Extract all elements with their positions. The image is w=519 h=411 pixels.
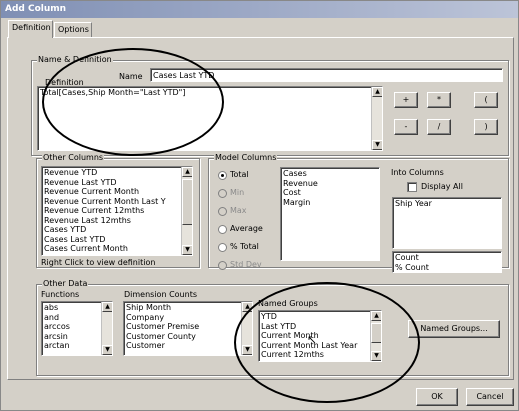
tab-options[interactable]: Options (54, 22, 92, 38)
radio-average[interactable] (218, 225, 227, 234)
scroll-down-icon[interactable]: ▼ (242, 345, 252, 355)
named-groups-scrollbar[interactable]: ▲ ▼ (370, 311, 381, 361)
radio-min[interactable] (218, 189, 227, 198)
scroll-up-icon[interactable]: ▲ (242, 302, 252, 312)
scroll-down-icon[interactable]: ▼ (102, 345, 112, 355)
named-groups-button[interactable]: Named Groups... (408, 320, 500, 338)
add-column-dialog: Add Column Definition Options Name & Def… (0, 0, 519, 411)
list-item[interactable]: Revenue Last 12mths (44, 216, 190, 226)
list-item[interactable]: Revenue Current 12mths (44, 206, 190, 216)
dimension-counts-scrollbar[interactable]: ▲ ▼ (241, 302, 252, 355)
list-item[interactable]: Revenue Current Month Last Y (44, 197, 190, 207)
model-columns-group-label: Model Columns (214, 153, 278, 163)
minus-operator-button[interactable]: - (394, 119, 418, 135)
radio-max[interactable] (218, 207, 227, 216)
tab-definition[interactable]: Definition (8, 20, 53, 38)
list-item[interactable]: Cases Current Month (44, 244, 190, 254)
radio-max-label: Max (230, 206, 247, 215)
dimension-counts-list[interactable]: Ship Month Company Customer Premise Cust… (123, 301, 253, 356)
list-item[interactable]: Revenue Last YTD (44, 178, 190, 188)
into-columns-label: Into Columns (391, 168, 444, 177)
window-title: Add Column (1, 1, 518, 18)
name-definition-group-label: Name & Definition (37, 55, 113, 65)
scroll-down-icon[interactable]: ▼ (371, 351, 381, 361)
multiply-operator-button[interactable]: * (427, 92, 451, 108)
mouse-cursor-icon: ↖ (307, 333, 317, 346)
ok-button[interactable]: OK (416, 388, 458, 406)
scroll-up-icon[interactable]: ▲ (371, 311, 381, 321)
named-groups-label: Named Groups (258, 299, 318, 308)
radio-total[interactable] (218, 171, 227, 180)
list-item[interactable]: YTD (261, 312, 379, 322)
list-item[interactable]: Count (395, 253, 499, 263)
radio-std-dev-label: Std Dev (230, 260, 262, 269)
divide-operator-button[interactable]: / (427, 119, 451, 135)
close-paren-button[interactable]: ) (474, 119, 498, 135)
other-columns-list[interactable]: Revenue YTD Revenue Last YTD Revenue Cur… (41, 166, 193, 256)
model-columns-list[interactable]: Cases Revenue Cost Margin (280, 167, 380, 261)
list-item[interactable]: Current Month (261, 331, 379, 341)
into-columns-list[interactable]: Ship Year (392, 197, 502, 249)
definition-tab-page: Name & Definition Definition Name Cases … (7, 37, 514, 403)
list-item[interactable]: Last YTD (261, 322, 379, 332)
list-item[interactable]: Cost (283, 188, 377, 198)
scroll-thumb[interactable] (182, 179, 192, 225)
list-item[interactable]: Revenue Current Month (44, 187, 190, 197)
functions-label: Functions (41, 290, 80, 299)
functions-list[interactable]: abs and arccos arcsin arctan ▲ ▼ (41, 301, 113, 356)
scroll-down-icon[interactable]: ▼ (182, 245, 192, 255)
list-item[interactable]: Ship Year (395, 199, 499, 209)
scroll-up-icon[interactable]: ▲ (372, 87, 382, 97)
list-item[interactable]: Company (126, 313, 250, 323)
display-all-checkbox[interactable] (407, 182, 417, 192)
list-item[interactable]: Customer County (126, 332, 250, 342)
radio-percent-total[interactable] (218, 243, 227, 252)
functions-scrollbar[interactable]: ▲ ▼ (101, 302, 112, 355)
list-item[interactable]: Ship Month (126, 303, 250, 313)
named-groups-list[interactable]: YTD Last YTD Current Month Current Month… (258, 310, 382, 362)
radio-min-label: Min (230, 188, 245, 197)
scroll-up-icon[interactable]: ▲ (182, 167, 192, 177)
definition-scrollbar[interactable]: ▲ ▼ (371, 87, 382, 150)
name-label: Name (119, 72, 143, 81)
radio-percent-total-label: % Total (230, 242, 259, 251)
radio-average-label: Average (230, 224, 263, 233)
count-list[interactable]: Count % Count (392, 251, 502, 273)
dimension-counts-label: Dimension Counts (124, 290, 197, 299)
scroll-thumb[interactable] (371, 323, 381, 343)
list-item[interactable]: Margin (283, 198, 377, 208)
plus-operator-button[interactable]: + (394, 92, 418, 108)
list-item[interactable]: Revenue (283, 179, 377, 189)
other-data-group-label: Other Data (42, 279, 89, 289)
list-item[interactable]: Revenue YTD (44, 168, 190, 178)
list-item[interactable]: Cases YTD (44, 225, 190, 235)
display-all-label: Display All (421, 182, 463, 191)
radio-total-label: Total (230, 170, 249, 179)
radio-std-dev[interactable] (218, 261, 227, 270)
list-item[interactable]: Current 12mths (261, 350, 379, 360)
other-columns-group-label: Other Columns (42, 153, 105, 163)
cancel-button[interactable]: Cancel (466, 388, 514, 406)
list-item[interactable]: Current Month Last Year (261, 341, 379, 351)
scroll-up-icon[interactable]: ▲ (102, 302, 112, 312)
other-columns-scrollbar[interactable]: ▲ ▼ (181, 167, 192, 255)
list-item[interactable]: Cases (283, 169, 377, 179)
name-input[interactable]: Cases Last YTD (150, 68, 503, 82)
definition-textarea[interactable]: Total[Cases,Ship Month="Last YTD"] ▲ ▼ (37, 86, 383, 151)
list-item[interactable]: % Count (395, 263, 499, 273)
scroll-down-icon[interactable]: ▼ (372, 140, 382, 150)
right-click-hint: Right Click to view definition (41, 258, 156, 267)
open-paren-button[interactable]: ( (474, 92, 498, 108)
list-item[interactable]: Cases Last YTD (44, 235, 190, 245)
list-item[interactable]: Customer (126, 341, 250, 351)
definition-text: Total[Cases,Ship Month="Last YTD"] (40, 88, 186, 97)
list-item[interactable]: Customer Premise (126, 322, 250, 332)
